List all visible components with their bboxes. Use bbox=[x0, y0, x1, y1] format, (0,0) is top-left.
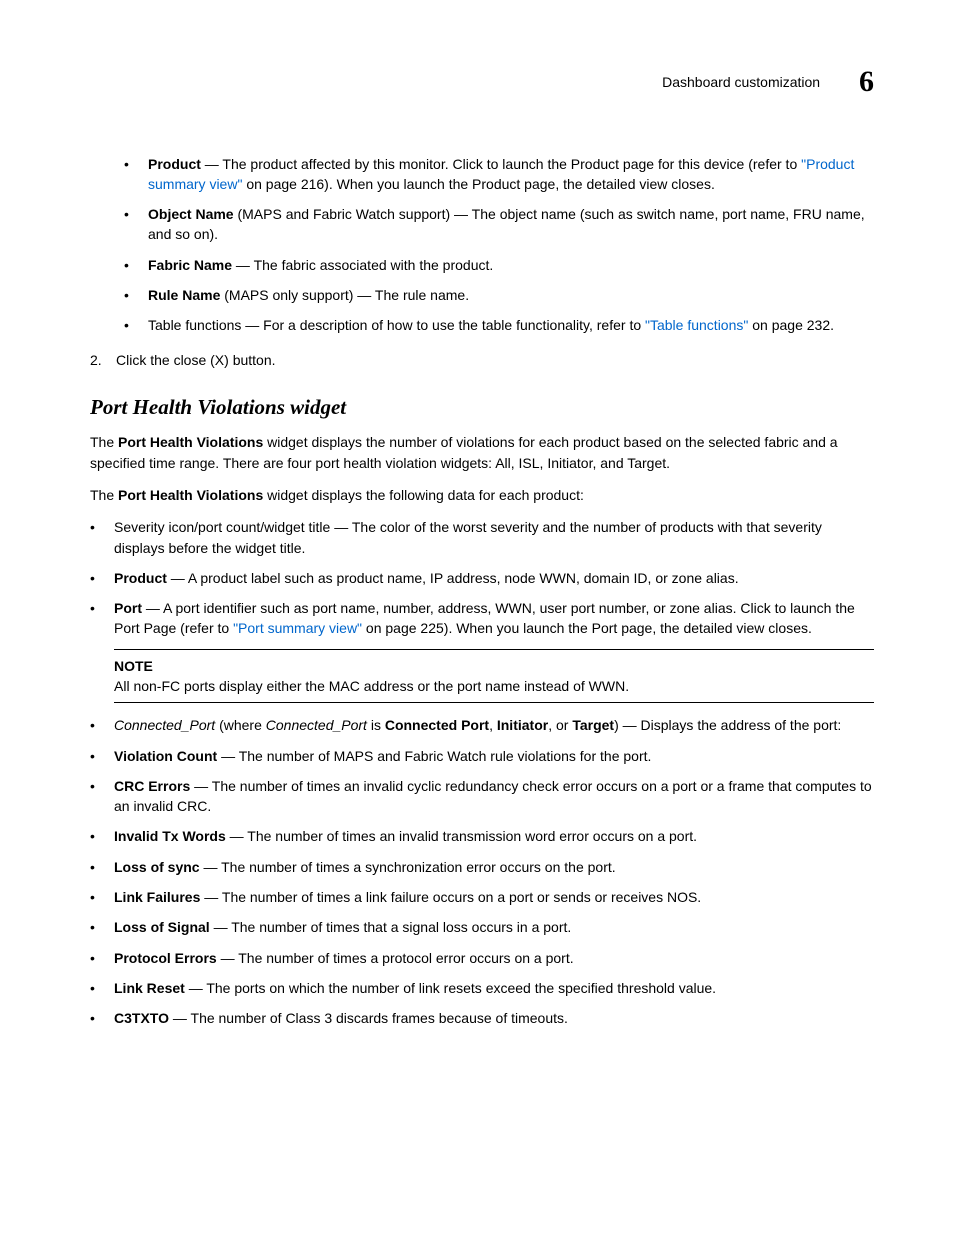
list-item: C3TXTO — The number of Class 3 discards … bbox=[90, 1008, 874, 1028]
text: — The ports on which the number of link … bbox=[185, 980, 716, 996]
page-header: Dashboard customization 6 bbox=[80, 60, 874, 104]
text: — The product affected by this monitor. … bbox=[201, 156, 801, 172]
ordered-step-list: Click the close (X) button. bbox=[90, 350, 874, 370]
table-functions-link[interactable]: "Table functions" bbox=[645, 317, 748, 333]
main-bullet-list: Severity icon/port count/widget title — … bbox=[90, 517, 874, 1028]
intro-paragraph-1: The Port Health Violations widget displa… bbox=[90, 432, 874, 473]
text: on page 225). When you launch the Port p… bbox=[362, 620, 812, 636]
text: — The number of times a protocol error o… bbox=[217, 950, 574, 966]
term: Product bbox=[114, 570, 167, 586]
list-item: Loss of sync — The number of times a syn… bbox=[90, 857, 874, 877]
list-item: Rule Name (MAPS only support) — The rule… bbox=[124, 285, 874, 305]
note-block: NOTE All non-FC ports display either the… bbox=[114, 649, 874, 704]
term: Connected_Port bbox=[114, 717, 215, 733]
term: Protocol Errors bbox=[114, 950, 217, 966]
text: on page 232. bbox=[748, 317, 834, 333]
intro-paragraph-2: The Port Health Violations widget displa… bbox=[90, 485, 874, 505]
list-item: Violation Count — The number of MAPS and… bbox=[90, 746, 874, 766]
list-item: Loss of Signal — The number of times tha… bbox=[90, 917, 874, 937]
step-text: Click the close (X) button. bbox=[116, 352, 276, 368]
term: Port bbox=[114, 600, 142, 616]
continued-bullet-list: Product — The product affected by this m… bbox=[124, 154, 874, 336]
list-item: Invalid Tx Words — The number of times a… bbox=[90, 826, 874, 846]
port-summary-link[interactable]: "Port summary view" bbox=[233, 620, 362, 636]
term: Invalid Tx Words bbox=[114, 828, 226, 844]
term: C3TXTO bbox=[114, 1010, 169, 1026]
term: Loss of Signal bbox=[114, 919, 210, 935]
list-item: Port — A port identifier such as port na… bbox=[90, 598, 874, 703]
text: (MAPS only support) — The rule name. bbox=[220, 287, 469, 303]
list-item: Table functions — For a description of h… bbox=[124, 315, 874, 335]
term: Link Failures bbox=[114, 889, 200, 905]
text: — The number of times that a signal loss… bbox=[210, 919, 572, 935]
term: Object Name bbox=[148, 206, 234, 222]
list-item: Severity icon/port count/widget title — … bbox=[90, 517, 874, 558]
list-item: Object Name (MAPS and Fabric Watch suppo… bbox=[124, 204, 874, 245]
text: — A product label such as product name, … bbox=[167, 570, 739, 586]
term: CRC Errors bbox=[114, 778, 190, 794]
text: — The number of times an invalid transmi… bbox=[226, 828, 697, 844]
note-title: NOTE bbox=[114, 656, 874, 676]
header-title: Dashboard customization bbox=[662, 72, 820, 92]
text: — The number of times a link failure occ… bbox=[200, 889, 701, 905]
step-2: Click the close (X) button. bbox=[90, 350, 874, 370]
text: on page 216). When you launch the Produc… bbox=[242, 176, 714, 192]
text: Table functions — For a description of h… bbox=[148, 317, 645, 333]
text: — The fabric associated with the product… bbox=[232, 257, 493, 273]
term: Rule Name bbox=[148, 287, 220, 303]
term: Loss of sync bbox=[114, 859, 200, 875]
text: — The number of times a synchronization … bbox=[200, 859, 616, 875]
text: — The number of times an invalid cyclic … bbox=[114, 778, 872, 814]
text: — The number of MAPS and Fabric Watch ru… bbox=[217, 748, 651, 764]
list-item: Product — The product affected by this m… bbox=[124, 154, 874, 195]
chapter-number: 6 bbox=[859, 60, 874, 104]
list-item: Connected_Port (where Connected_Port is … bbox=[90, 715, 874, 735]
term: Product bbox=[148, 156, 201, 172]
section-heading: Port Health Violations widget bbox=[90, 392, 874, 422]
list-item: CRC Errors — The number of times an inva… bbox=[90, 776, 874, 817]
text: — The number of Class 3 discards frames … bbox=[169, 1010, 568, 1026]
list-item: Fabric Name — The fabric associated with… bbox=[124, 255, 874, 275]
text: (MAPS and Fabric Watch support) — The ob… bbox=[148, 206, 865, 242]
term: Violation Count bbox=[114, 748, 217, 764]
list-item: Product — A product label such as produc… bbox=[90, 568, 874, 588]
list-item: Link Reset — The ports on which the numb… bbox=[90, 978, 874, 998]
list-item: Protocol Errors — The number of times a … bbox=[90, 948, 874, 968]
list-item: Link Failures — The number of times a li… bbox=[90, 887, 874, 907]
note-text: All non-FC ports display either the MAC … bbox=[114, 676, 874, 696]
term: Link Reset bbox=[114, 980, 185, 996]
text: Severity icon/port count/widget title — … bbox=[114, 519, 822, 555]
term: Fabric Name bbox=[148, 257, 232, 273]
